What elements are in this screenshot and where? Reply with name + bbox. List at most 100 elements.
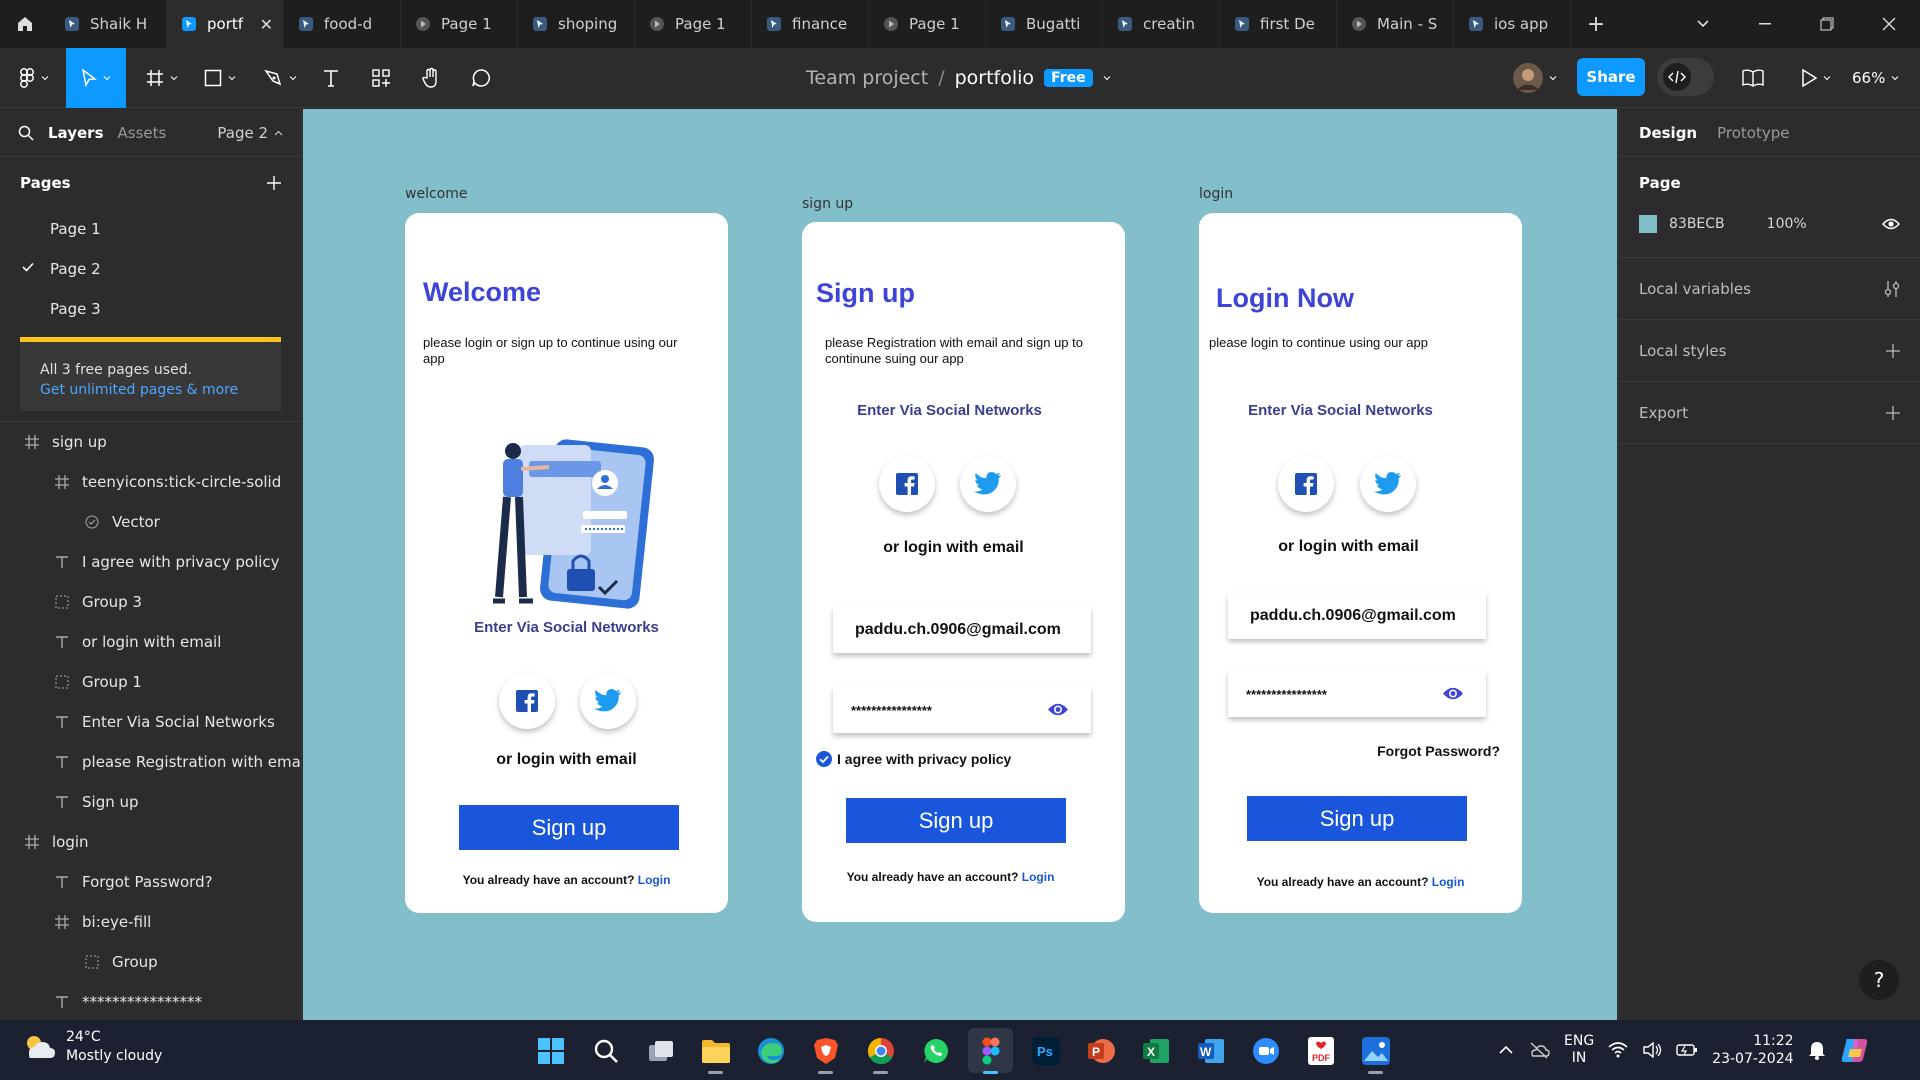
file-name[interactable]: portfolio <box>955 67 1034 89</box>
whatsapp-icon[interactable] <box>913 1028 958 1073</box>
edge-browser-icon[interactable] <box>748 1028 793 1073</box>
layer-row[interactable]: Vector <box>0 502 301 542</box>
layer-row[interactable]: Group <box>0 942 301 982</box>
file-tab[interactable]: ios app <box>1454 0 1571 48</box>
add-page-plus-icon[interactable] <box>267 176 281 190</box>
chrome-browser-icon[interactable] <box>858 1028 903 1074</box>
signup-email-field[interactable]: paddu.ch.0906@gmail.com <box>833 607 1091 653</box>
library-book-icon[interactable] <box>1738 48 1768 108</box>
comment-tool-button[interactable] <box>466 48 496 108</box>
close-window-button[interactable] <box>1858 0 1920 48</box>
file-title[interactable]: Team project / portfolio Free <box>806 48 1111 108</box>
layer-row[interactable]: I agree with privacy policy <box>0 542 301 582</box>
figma-app-icon[interactable] <box>968 1028 1013 1074</box>
restore-button[interactable] <box>1796 0 1858 48</box>
frame-label-signup[interactable]: sign up <box>802 196 853 212</box>
present-play-button[interactable] <box>1794 48 1838 108</box>
volume-icon[interactable] <box>1642 1042 1662 1058</box>
move-tool-button[interactable] <box>66 48 126 108</box>
file-tab[interactable]: first De <box>1220 0 1337 48</box>
layer-row[interactable]: **************** <box>0 982 301 1022</box>
page-item[interactable]: Page 3 <box>0 289 301 329</box>
eye-icon[interactable] <box>1442 686 1464 701</box>
new-tab-button[interactable]: + <box>1571 0 1621 48</box>
resources-tool-button[interactable] <box>366 48 396 108</box>
frame-label-welcome[interactable]: welcome <box>405 186 467 202</box>
welcome-facebook-button[interactable] <box>499 673 555 729</box>
file-tab[interactable]: Shaik H <box>50 0 167 48</box>
login-frame[interactable]: Login Now please login to continue using… <box>1199 213 1522 913</box>
signup-submit-button[interactable]: Sign up <box>846 798 1066 843</box>
file-tab[interactable]: shoping <box>518 0 635 48</box>
login-password-field[interactable]: **************** <box>1228 671 1486 717</box>
copilot-icon[interactable] <box>1840 1035 1870 1065</box>
layer-row[interactable]: please Registration with email... <box>0 742 301 782</box>
add-style-plus-icon[interactable] <box>1886 343 1900 358</box>
figma-menu-button[interactable] <box>12 48 56 108</box>
file-tab[interactable]: finance <box>752 0 869 48</box>
signup-frame[interactable]: Sign up please Registration with email a… <box>802 222 1125 922</box>
page-color-hex[interactable]: 83BECB <box>1669 216 1725 232</box>
word-icon[interactable]: W <box>1188 1028 1233 1073</box>
layer-row[interactable]: or login with email <box>0 622 301 662</box>
file-tab[interactable]: Page 1 <box>401 0 518 48</box>
tab-design[interactable]: Design <box>1639 124 1697 142</box>
file-tab[interactable]: Page 1 <box>635 0 752 48</box>
layer-row[interactable]: Group 1 <box>0 662 301 702</box>
layer-row[interactable]: teenyicons:tick-circle-solid <box>0 462 301 502</box>
variables-sliders-icon[interactable] <box>1884 280 1900 298</box>
excel-icon[interactable]: X <box>1133 1028 1178 1073</box>
layer-row[interactable]: login <box>0 822 301 862</box>
help-button[interactable]: ? <box>1859 960 1899 1000</box>
file-tab[interactable]: food-d <box>284 0 401 48</box>
close-tab-icon[interactable]: ✕ <box>260 15 273 34</box>
page-color-swatch[interactable] <box>1639 215 1657 233</box>
welcome-signup-button[interactable]: Sign up <box>459 805 679 850</box>
file-menu-chevron-icon[interactable] <box>1103 74 1111 82</box>
layer-row[interactable]: Sign up <box>0 782 301 822</box>
text-tool-button[interactable] <box>316 48 346 108</box>
minimize-button[interactable] <box>1734 0 1796 48</box>
page-fill-row[interactable]: 83BECB 100% <box>1639 209 1900 239</box>
signup-agree-row[interactable]: I agree with privacy policy <box>816 751 1011 767</box>
layer-row[interactable]: Group 3 <box>0 582 301 622</box>
welcome-frame[interactable]: Welcome please login or sign up to conti… <box>405 213 728 913</box>
home-icon[interactable] <box>0 0 50 48</box>
tab-assets[interactable]: Assets <box>118 124 167 142</box>
login-email-field[interactable]: paddu.ch.0906@gmail.com <box>1228 593 1486 639</box>
layer-row[interactable]: Forgot Password? <box>0 862 301 902</box>
tab-list-chevron-icon[interactable] <box>1672 0 1734 48</box>
search-icon[interactable] <box>18 125 34 141</box>
file-explorer-icon[interactable] <box>693 1028 738 1074</box>
clock[interactable]: 11:22 23-07-2024 <box>1712 1032 1793 1068</box>
pdf-app-icon[interactable]: PDF <box>1298 1028 1343 1073</box>
frame-tool-button[interactable] <box>140 48 184 108</box>
battery-icon[interactable] <box>1676 1043 1698 1057</box>
tab-layers[interactable]: Layers <box>48 124 104 142</box>
brave-browser-icon[interactable] <box>803 1028 848 1074</box>
powerpoint-icon[interactable]: P <box>1078 1028 1123 1073</box>
page-opacity[interactable]: 100% <box>1767 216 1807 232</box>
layer-row[interactable]: sign up <box>0 422 301 462</box>
forgot-password-link[interactable]: Forgot Password? <box>1377 743 1500 759</box>
frame-label-login[interactable]: login <box>1199 186 1233 202</box>
signup-password-field[interactable]: **************** <box>833 687 1091 733</box>
welcome-twitter-button[interactable] <box>580 673 636 729</box>
visibility-eye-icon[interactable] <box>1882 218 1900 230</box>
design-canvas[interactable]: welcome Welcome please login or sign up … <box>303 109 1617 1020</box>
layer-row[interactable]: bi:eye-fill <box>0 902 301 942</box>
layer-row[interactable]: Enter Via Social Networks <box>0 702 301 742</box>
shape-tool-button[interactable] <box>198 48 242 108</box>
eye-icon[interactable] <box>1047 702 1069 717</box>
language-indicator[interactable]: ENG IN <box>1564 1033 1594 1067</box>
signup-facebook-button[interactable] <box>879 456 935 512</box>
hand-tool-button[interactable] <box>416 48 446 108</box>
photoshop-icon[interactable]: Ps <box>1023 1028 1068 1073</box>
pen-tool-button[interactable] <box>258 48 302 108</box>
tick-circle-icon[interactable] <box>816 751 832 767</box>
page-switcher[interactable]: Page 2 <box>217 124 283 142</box>
avatar-menu[interactable] <box>1504 48 1566 108</box>
weather-widget[interactable]: 24°C Mostly cloudy <box>22 1028 162 1066</box>
dev-mode-toggle[interactable] <box>1657 58 1714 96</box>
zoom-app-icon[interactable] <box>1243 1028 1288 1073</box>
